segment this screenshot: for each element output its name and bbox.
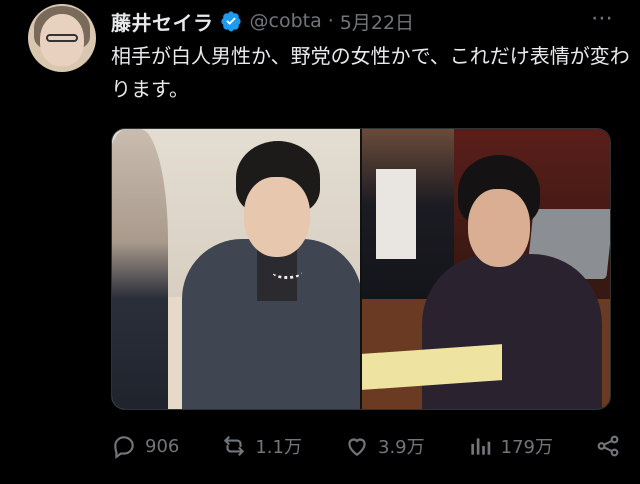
tweet-text: 相手が白人男性か、野党の女性かで、これだけ表情が変わります。 (111, 44, 630, 101)
more-icon[interactable]: ⋯ (591, 6, 614, 31)
action-bar: 906 1.1万 3.9万 179万 (111, 428, 621, 464)
photo-face (244, 177, 310, 257)
avatar-glasses (46, 34, 78, 42)
heart-icon (348, 438, 366, 456)
reply-button[interactable]: 906 (111, 433, 179, 459)
photo-pearls (272, 265, 302, 279)
views-icon (470, 438, 490, 455)
tweet-media[interactable] (111, 128, 611, 410)
display-name[interactable]: 藤井セイラ (111, 7, 214, 36)
tweet-date[interactable]: 5月22日 (340, 8, 414, 35)
handle[interactable]: @cobta (250, 10, 322, 32)
views-count: 179万 (500, 437, 553, 458)
retweet-count: 1.1万 (255, 437, 302, 458)
share-icon (597, 435, 619, 457)
reply-icon (114, 436, 134, 459)
avatar[interactable] (28, 4, 96, 72)
media-photo-left[interactable] (112, 129, 360, 409)
share-button[interactable] (595, 433, 621, 459)
separator-dot: · (327, 10, 334, 32)
photo-jacket (422, 254, 602, 409)
verified-badge-icon (220, 11, 241, 32)
photo-face (468, 189, 530, 267)
retweet-button[interactable]: 1.1万 (221, 433, 302, 459)
retweet-icon (224, 436, 245, 456)
like-count: 3.9万 (378, 437, 425, 458)
photo-man-silhouette (112, 129, 168, 409)
like-button[interactable]: 3.9万 (344, 433, 425, 459)
photo-shirt (376, 169, 416, 259)
media-photo-right[interactable] (362, 129, 610, 409)
tweet-header: 藤井セイラ @cobta · 5月22日 ⋯ (111, 4, 620, 38)
reply-count: 906 (145, 435, 180, 457)
views-button[interactable]: 179万 (467, 433, 553, 459)
